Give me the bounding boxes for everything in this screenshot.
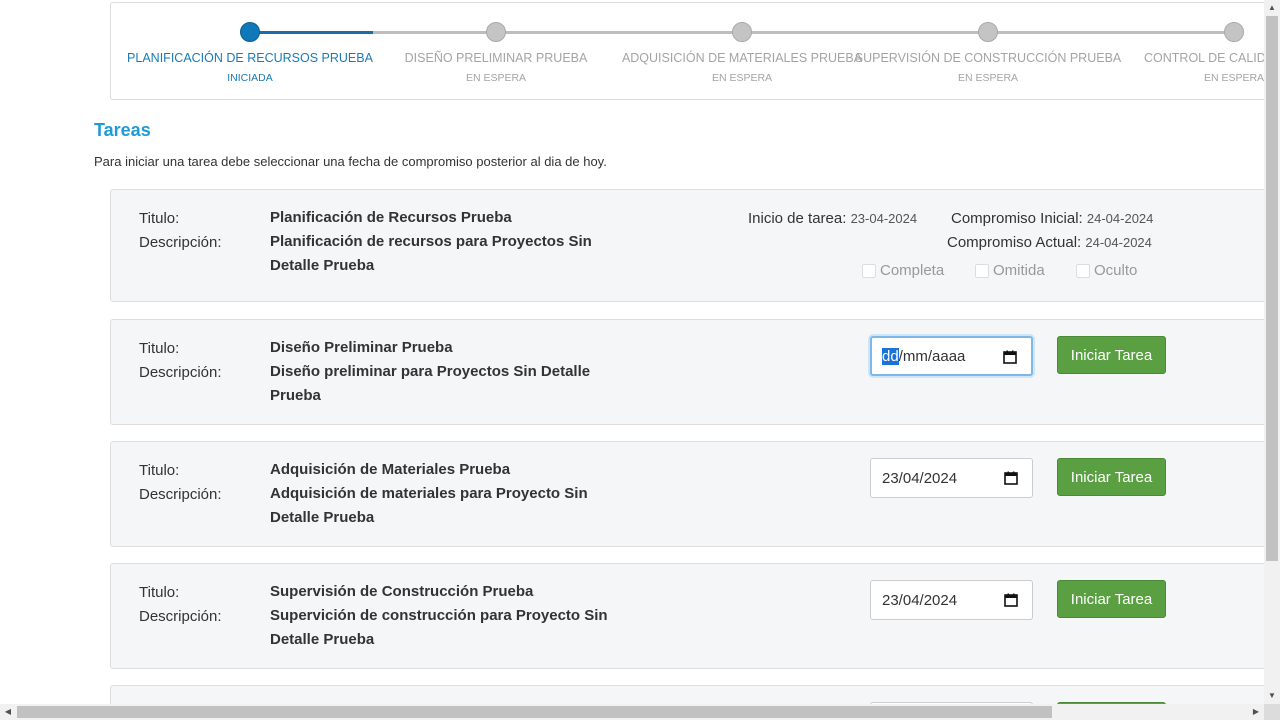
checkbox-box[interactable] (1076, 263, 1090, 278)
step-name-3: ADQUISICIÓN DE MATERIALES PRUEBA (621, 51, 863, 65)
current-commitment-date: 24-04-2024 (1085, 235, 1152, 250)
task-card: Titulo: Descripción: Supervisión de Cons… (110, 563, 1264, 669)
commitment-date-input[interactable]: dd/mm/aaaa (870, 336, 1033, 376)
checkbox-label: Oculto (1094, 262, 1138, 279)
step-dot-4[interactable] (978, 22, 998, 42)
horizontal-scrollbar[interactable]: ◀ ▶ (0, 704, 1264, 720)
start-date: 23-04-2024 (850, 211, 918, 226)
stepper-progress-line (251, 31, 373, 34)
task-description: Supervición de construcción para Proyect… (270, 607, 608, 648)
calendar-icon[interactable] (1004, 471, 1018, 485)
commitment-date-input[interactable]: 23/04/2024 (870, 580, 1033, 620)
scroll-up-arrow-icon[interactable]: ▲ (1264, 0, 1280, 16)
task-description: Diseño preliminar para Proyectos Sin Det… (270, 363, 591, 404)
task-description: Adquisición de materiales para Proyecto … (270, 485, 588, 526)
step-name-5: CONTROL DE CALIDA (1144, 51, 1264, 65)
description-label: Descripción: (139, 608, 222, 625)
step-status-4: EN ESPERA (957, 72, 1019, 84)
commitment-date-input[interactable]: 23/04/2024 (870, 458, 1033, 498)
task-start-meta: Inicio de tarea: 23-04-2024 (748, 210, 917, 227)
step-dot-3[interactable] (732, 22, 752, 42)
vertical-scrollbar[interactable]: ▲ ▼ (1264, 0, 1280, 704)
scroll-right-arrow-icon[interactable]: ▶ (1248, 704, 1264, 720)
step-name-2: DISEÑO PRELIMINAR PRUEBA (404, 51, 588, 65)
step-name-1: PLANIFICACIÓN DE RECURSOS PRUEBA (127, 51, 373, 65)
start-task-button[interactable]: Iniciar Tarea (1057, 458, 1166, 496)
task-initial-meta: Compromiso Inicial: 24-04-2024 (951, 210, 1153, 227)
current-commitment-label: Compromiso Actual: (947, 234, 1082, 251)
date-value[interactable]: 23/04/2024 (882, 470, 957, 487)
description-label: Descripción: (139, 234, 222, 251)
title-label: Titulo: (139, 462, 180, 479)
section-hint: Para iniciar una tarea debe seleccionar … (94, 154, 607, 169)
step-status-2: EN ESPERA (465, 72, 527, 84)
date-rest-segment[interactable]: /mm/aaaa (899, 348, 966, 365)
section-title: Tareas (94, 120, 151, 140)
progress-stepper: PLANIFICACIÓN DE RECURSOS PRUEBA INICIAD… (110, 2, 1264, 100)
scrollbar-corner (1264, 704, 1280, 720)
checkbox-oculto[interactable]: Oculto (1076, 262, 1137, 279)
step-status-1: INICIADA (227, 72, 273, 84)
initial-commitment-label: Compromiso Inicial: (951, 210, 1083, 227)
scroll-left-arrow-icon[interactable]: ◀ (0, 704, 16, 720)
initial-commitment-date: 24-04-2024 (1086, 211, 1154, 226)
checkbox-completa[interactable]: Completa (862, 262, 944, 279)
task-title: Diseño Preliminar Prueba (270, 339, 453, 356)
task-card (110, 685, 1264, 704)
horizontal-scroll-thumb[interactable] (17, 706, 1052, 718)
title-label: Titulo: (139, 210, 180, 227)
task-title: Planificación de Recursos Prueba (270, 209, 512, 226)
vertical-scroll-thumb[interactable] (1266, 16, 1278, 561)
start-task-button[interactable]: Iniciar Tarea (1057, 336, 1166, 374)
task-description: Planificación de recursos para Proyectos… (270, 233, 592, 274)
checkbox-box[interactable] (862, 263, 876, 278)
step-status-3: EN ESPERA (711, 72, 773, 84)
task-title: Adquisición de Materiales Prueba (270, 461, 511, 478)
task-current-meta: Compromiso Actual: 24-04-2024 (947, 234, 1152, 251)
date-value[interactable]: 23/04/2024 (882, 592, 957, 609)
calendar-icon[interactable] (1004, 593, 1018, 607)
step-name-4: SUPERVISIÓN DE CONSTRUCCIÓN PRUEBA (854, 51, 1122, 65)
checkbox-label: Completa (880, 262, 945, 279)
start-task-button[interactable]: Iniciar Tarea (1057, 580, 1166, 618)
title-label: Titulo: (139, 340, 180, 357)
checkbox-label: Omitida (993, 262, 1045, 279)
description-label: Descripción: (139, 364, 222, 381)
step-dot-1[interactable] (240, 22, 260, 42)
task-card: Titulo: Descripción: Diseño Preliminar P… (110, 319, 1264, 425)
step-status-5: EN ESPERA (1203, 72, 1264, 84)
start-label: Inicio de tarea: (748, 210, 847, 227)
step-dot-2[interactable] (486, 22, 506, 42)
page-viewport: PLANIFICACIÓN DE RECURSOS PRUEBA INICIAD… (0, 0, 1264, 704)
checkbox-omitida[interactable]: Omitida (975, 262, 1045, 279)
scroll-down-arrow-icon[interactable]: ▼ (1264, 688, 1280, 704)
checkbox-box[interactable] (975, 263, 989, 278)
title-label: Titulo: (139, 584, 180, 601)
description-label: Descripción: (139, 486, 222, 503)
task-card: Titulo: Descripción: Adquisición de Mate… (110, 441, 1264, 547)
step-dot-5[interactable] (1224, 22, 1244, 42)
date-day-segment[interactable]: dd (882, 347, 899, 365)
task-title: Supervisión de Construcción Prueba (270, 583, 534, 600)
task-card: Titulo: Descripción: Planificación de Re… (110, 189, 1264, 302)
calendar-icon[interactable] (1003, 350, 1017, 364)
